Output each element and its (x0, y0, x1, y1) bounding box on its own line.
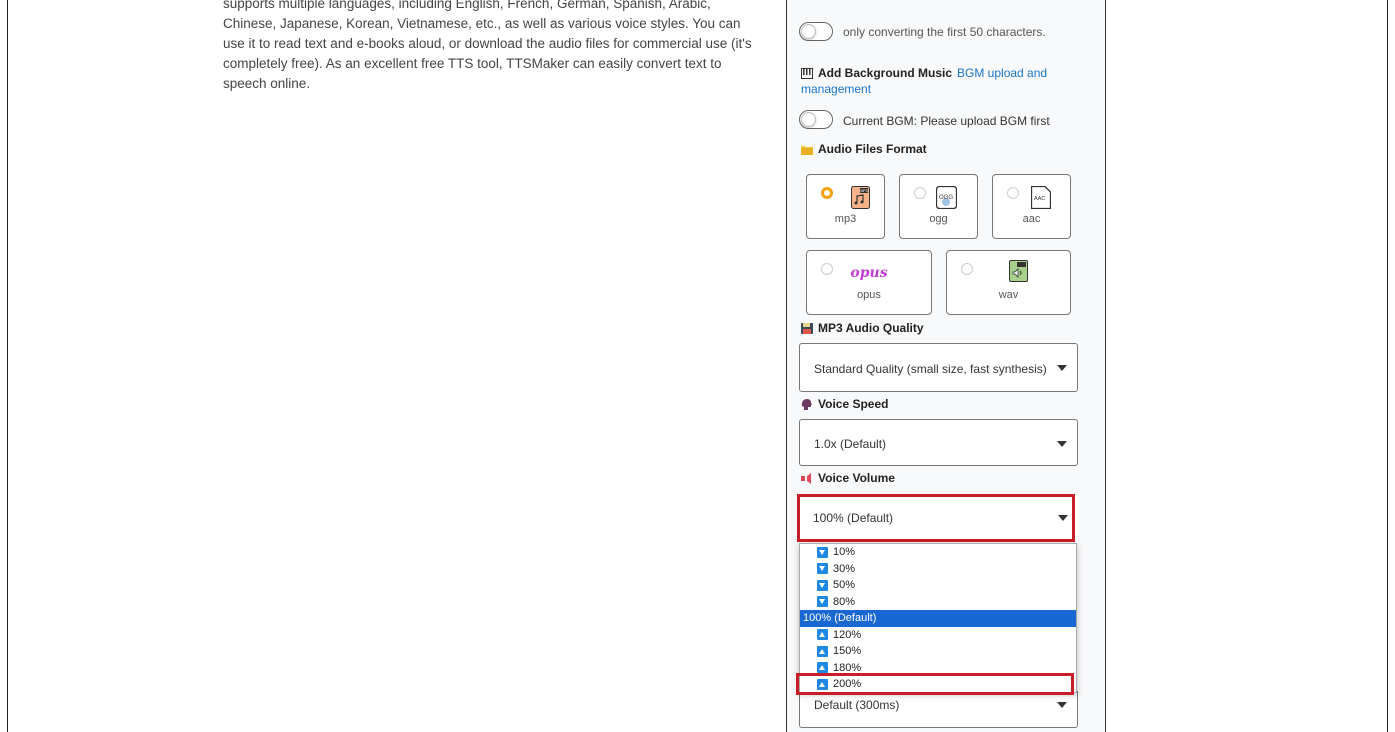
toggle-knob (801, 24, 816, 39)
speaking-head-icon (801, 398, 812, 410)
option-label: 10% (833, 546, 856, 559)
intro-line-2: use it to read text and e-books aloud, o… (223, 36, 752, 51)
option-label: 80% (833, 595, 856, 608)
down-arrow-icon (817, 546, 828, 558)
mp3-quality-title: MP3 Audio Quality (818, 321, 924, 335)
folder-icon (801, 145, 813, 155)
chevron-down-icon (1057, 702, 1067, 708)
volume-select-highlight (797, 494, 1075, 542)
intro-line-3: completely free). As an excellent free T… (223, 56, 722, 71)
opus-logo-icon: opus (850, 265, 888, 281)
volume-dropdown-list: 10% 30% 50% 80% 100% (Default) 120% 150%… (799, 543, 1077, 693)
aac-file-icon: AAC (1031, 186, 1051, 209)
svg-text:OGG: OGG (939, 195, 953, 201)
bgm-upload-link[interactable]: BGM upload and (957, 66, 1047, 80)
ogg-label: ogg (929, 213, 948, 225)
intro-line-partial: supports multiple languages, including E… (223, 0, 711, 11)
bgm-section-title: Add Background Music BGM upload and (801, 66, 1047, 80)
volume-option-50[interactable]: 50% (800, 577, 1076, 594)
piano-icon (801, 67, 813, 79)
wav-radio[interactable] (961, 263, 973, 275)
format-option-mp3[interactable]: MP3 mp3 (806, 174, 885, 239)
svg-text:AAC: AAC (1034, 196, 1045, 202)
intro-line-1: Chinese, Japanese, Korean, Vietnamese, e… (223, 16, 741, 31)
page-border-left (7, 0, 8, 732)
up-arrow-icon (817, 662, 828, 674)
volume-option-120[interactable]: 120% (800, 627, 1076, 644)
bgm-management-link[interactable]: management (801, 82, 871, 96)
format-option-ogg[interactable]: OGG ogg (899, 174, 978, 239)
volume-option-100-default[interactable]: 100% (Default) (800, 610, 1076, 627)
floppy-disk-icon (801, 322, 813, 334)
volume-option-30[interactable]: 30% (800, 561, 1076, 578)
mp3-quality-value: Standard Quality (small size, fast synth… (814, 362, 1047, 376)
toggle-knob (801, 112, 816, 127)
up-arrow-icon (817, 629, 828, 641)
voice-speed-value: 1.0x (Default) (814, 437, 887, 451)
ogg-radio[interactable] (914, 187, 926, 199)
preview-toggle[interactable] (799, 22, 833, 41)
voice-volume-title: Voice Volume (818, 471, 895, 485)
mp3-quality-select[interactable]: Standard Quality (small size, fast synth… (799, 343, 1078, 392)
voice-speed-select[interactable]: 1.0x (Default) (799, 419, 1078, 466)
option-label: 120% (833, 628, 862, 641)
pause-value: Default (300ms) (814, 698, 900, 712)
option-label: 100% (Default) (803, 612, 877, 625)
opus-label: opus (857, 289, 881, 301)
wav-file-icon (1009, 260, 1028, 282)
mp3-radio[interactable] (821, 187, 833, 199)
wav-label: wav (998, 289, 1019, 301)
mp3-file-icon: MP3 (851, 186, 870, 209)
format-option-opus[interactable]: opus opus (806, 250, 932, 315)
audio-format-title: Audio Files Format (818, 142, 927, 156)
voice-speed-section-title: Voice Speed (801, 397, 888, 411)
ogg-file-icon: OGG (936, 186, 957, 209)
down-arrow-icon (817, 563, 828, 575)
pause-select[interactable]: Default (300ms) (799, 691, 1078, 728)
down-arrow-icon (817, 596, 828, 608)
bgm-toggle[interactable] (799, 110, 833, 129)
volume-option-150[interactable]: 150% (800, 643, 1076, 660)
preview-toggle-label: only converting the first 50 characters. (843, 25, 1046, 39)
option-label: 50% (833, 579, 856, 592)
mp3-label: mp3 (834, 213, 857, 225)
svg-text:MP3: MP3 (861, 189, 868, 193)
chevron-down-icon (1057, 365, 1067, 371)
aac-radio[interactable] (1007, 187, 1019, 199)
aac-label: aac (1022, 213, 1041, 225)
format-option-wav[interactable]: wav (946, 250, 1071, 315)
speaker-icon (801, 472, 811, 484)
bgm-title: Add Background Music (818, 66, 953, 80)
intro-paragraph: supports multiple languages, including E… (223, 0, 753, 94)
chevron-down-icon (1057, 441, 1067, 447)
volume-option-80[interactable]: 80% (800, 594, 1076, 611)
format-option-aac[interactable]: AAC aac (992, 174, 1071, 239)
down-arrow-icon (817, 579, 828, 591)
page-border-right (1387, 0, 1388, 732)
intro-line-4: speech online. (223, 76, 311, 91)
bgm-toggle-label: Current BGM: Please upload BGM first (843, 114, 1050, 128)
audio-format-section-title: Audio Files Format (801, 142, 927, 156)
mp3-quality-section-title: MP3 Audio Quality (801, 321, 924, 335)
option-label: 30% (833, 562, 856, 575)
voice-volume-section-title: Voice Volume (801, 471, 895, 485)
volume-option-10[interactable]: 10% (800, 544, 1076, 561)
voice-speed-title: Voice Speed (818, 397, 889, 411)
option-label: 150% (833, 645, 862, 658)
up-arrow-icon (817, 645, 828, 657)
option-200-highlight (796, 673, 1074, 695)
